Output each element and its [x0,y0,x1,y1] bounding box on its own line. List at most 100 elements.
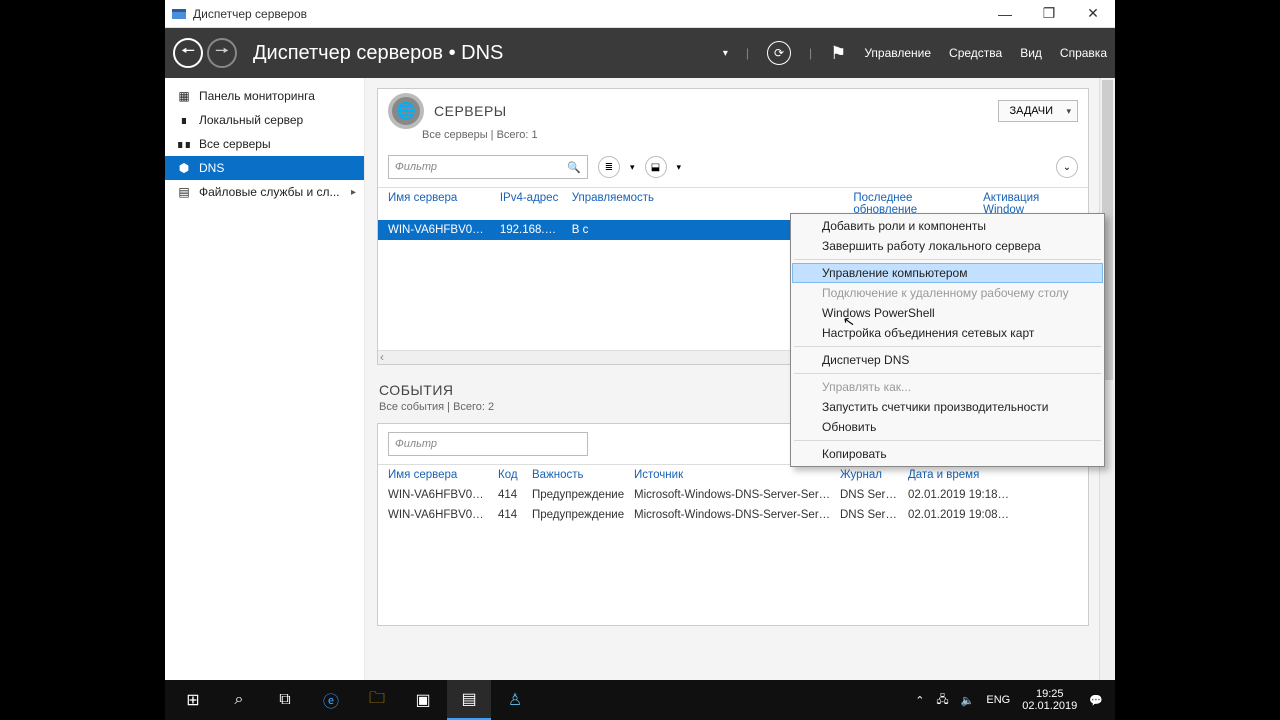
taskbar-ie[interactable]: ⓔ [309,680,353,720]
events-table-row[interactable]: WIN-VA6HFBV0M5S 414 Предупреждение Micro… [378,505,1088,525]
cm-powershell[interactable]: Windows PowerShell [792,303,1103,323]
cm-separator [794,259,1101,260]
taskbar-cmd[interactable]: ▣ [401,680,445,720]
events-table: Имя сервера Код Важность Источник Журнал… [378,464,1088,625]
menu-view[interactable]: Вид [1020,46,1042,60]
dns-icon: ⬢ [177,161,191,175]
cell: Предупреждение [532,509,634,521]
menu-help[interactable]: Справка [1060,46,1107,60]
col-code[interactable]: Код [498,469,532,481]
taskbar-server-manager[interactable]: ▤ [447,680,491,720]
server-manager-window: Диспетчер серверов — ❐ ✕ 🠔 🠖 Диспетчер с… [165,0,1115,680]
notifications-flag-icon[interactable]: ⚑ [830,43,846,64]
servers-filter-input[interactable]: Фильтр 🔍 [388,155,588,179]
cell: WIN-VA6HFBV0M5S [388,509,498,521]
cell: Microsoft-Windows-DNS-Server-Service [634,509,840,521]
header-bar: 🠔 🠖 Диспетчер серверов • DNS ▾ | ⟳ | ⚑ У… [165,28,1115,78]
titlebar: Диспетчер серверов — ❐ ✕ [165,0,1115,28]
sidebar-item-file-services[interactable]: ▤ Файловые службы и сл... ▸ [165,180,364,204]
sidebar: ▦ Панель мониторинга ∎ Локальный сервер … [165,78,365,680]
servers-title: СЕРВЕРЫ [434,103,507,119]
cm-shutdown-local[interactable]: Завершить работу локального сервера [792,236,1103,256]
breadcrumb-app: Диспетчер серверов [253,42,443,64]
tray-chevron-up-icon[interactable]: ⌃ [915,694,924,707]
sidebar-item-dashboard[interactable]: ▦ Панель мониторинга [165,84,364,108]
window-title: Диспетчер серверов [193,7,307,21]
app-icon [171,6,187,22]
cell: DNS Server [840,509,908,521]
col-name[interactable]: Имя сервера [388,469,498,481]
cm-computer-management[interactable]: Управление компьютером [792,263,1103,283]
task-view-button[interactable]: ⧉ [263,680,307,720]
cell: DNS Server [840,489,908,501]
tray-date: 02.01.2019 [1022,700,1077,712]
breadcrumb-page: DNS [461,42,503,64]
cell: Предупреждение [532,489,634,501]
events-title: СОБЫТИЯ [379,382,454,398]
cm-copy[interactable]: Копировать [792,444,1103,464]
nav-forward-button[interactable]: 🠖 [207,38,237,68]
cm-separator [794,440,1101,441]
cm-manage-as[interactable]: Управлять как... [792,377,1103,397]
col-source[interactable]: Источник [634,469,840,481]
cell-name: WIN-VA6HFBV0M5S [388,224,500,236]
breadcrumb: Диспетчер серверов • DNS [253,42,503,65]
sidebar-item-all-servers[interactable]: ∎∎ Все серверы [165,132,364,156]
col-journal[interactable]: Журнал [840,469,908,481]
search-button[interactable]: ⌕ [217,680,261,720]
taskbar-app[interactable]: ♙ [493,680,537,720]
dashboard-icon: ▦ [177,89,191,103]
sidebar-item-dns[interactable]: ⬢ DNS [165,156,364,180]
cell: 414 [498,489,532,501]
cell: 02.01.2019 19:08:42 [908,509,1018,521]
col-datetime[interactable]: Дата и время [908,469,1018,481]
servers-panel-icon: 🌐 [388,93,424,129]
servers-tasks-button[interactable]: ЗАДАЧИ [998,100,1078,122]
col-severity[interactable]: Важность [532,469,634,481]
events-filter-input[interactable]: Фильтр [388,432,588,456]
taskbar: ⊞ ⌕ ⧉ ⓔ 🗀 ▣ ▤ ♙ ⌃ 🖧 🔈 ENG 19:25 02.01.20… [165,680,1115,720]
expand-collapse-button[interactable]: ⌄ [1056,156,1078,178]
cm-refresh[interactable]: Обновить [792,417,1103,437]
maximize-button[interactable]: ❐ [1027,0,1071,28]
sidebar-item-label: Все серверы [199,137,271,151]
cell: 02.01.2019 19:18:15 [908,489,1018,501]
filter-options-button[interactable]: ≣ [598,156,620,178]
tray-language[interactable]: ENG [986,694,1010,706]
taskbar-explorer[interactable]: 🗀 [355,680,399,720]
tray-action-center-icon[interactable]: 💬 [1089,694,1103,707]
start-button[interactable]: ⊞ [171,680,215,720]
tray-network-icon[interactable]: 🖧 [936,691,948,710]
server-icon: ∎ [177,113,191,127]
menu-tools[interactable]: Средства [949,46,1002,60]
search-icon[interactable]: 🔍 [567,161,581,174]
sidebar-item-label: DNS [199,161,224,175]
sidebar-item-local-server[interactable]: ∎ Локальный сервер [165,108,364,132]
servers-icon: ∎∎ [177,137,191,151]
events-table-row[interactable]: WIN-VA6HFBV0M5S 414 Предупреждение Micro… [378,485,1088,505]
header-dropdown-icon[interactable]: ▾ [723,48,728,59]
nav-back-button[interactable]: 🠔 [173,38,203,68]
filter-placeholder: Фильтр [395,161,437,173]
col-name[interactable]: Имя сервера [388,192,500,216]
events-table-header: Имя сервера Код Важность Источник Журнал… [378,465,1088,485]
tray-clock[interactable]: 19:25 02.01.2019 [1022,688,1077,712]
tray-volume-icon[interactable]: 🔈 [961,694,975,707]
minimize-button[interactable]: — [983,0,1027,28]
filter-save-button[interactable]: ⬓ [645,156,667,178]
tray-time: 19:25 [1022,688,1077,700]
cm-nic-teaming[interactable]: Настройка объединения сетевых карт [792,323,1103,343]
cm-perf-counters[interactable]: Запустить счетчики производительности [792,397,1103,417]
sidebar-item-label: Локальный сервер [199,113,303,127]
close-button[interactable]: ✕ [1071,0,1115,28]
refresh-button[interactable]: ⟳ [767,41,791,65]
cm-separator [794,373,1101,374]
cell-ip: 192.168.7.88 [500,224,572,236]
cm-add-roles[interactable]: Добавить роли и компоненты [792,216,1103,236]
menu-manage[interactable]: Управление [864,46,931,60]
col-ip[interactable]: IPv4-адрес [500,192,572,216]
cm-dns-manager[interactable]: Диспетчер DNS [792,350,1103,370]
cell: Microsoft-Windows-DNS-Server-Service [634,489,840,501]
cm-remote-desktop[interactable]: Подключение к удаленному рабочему столу [792,283,1103,303]
context-menu: Добавить роли и компоненты Завершить раб… [790,213,1105,467]
